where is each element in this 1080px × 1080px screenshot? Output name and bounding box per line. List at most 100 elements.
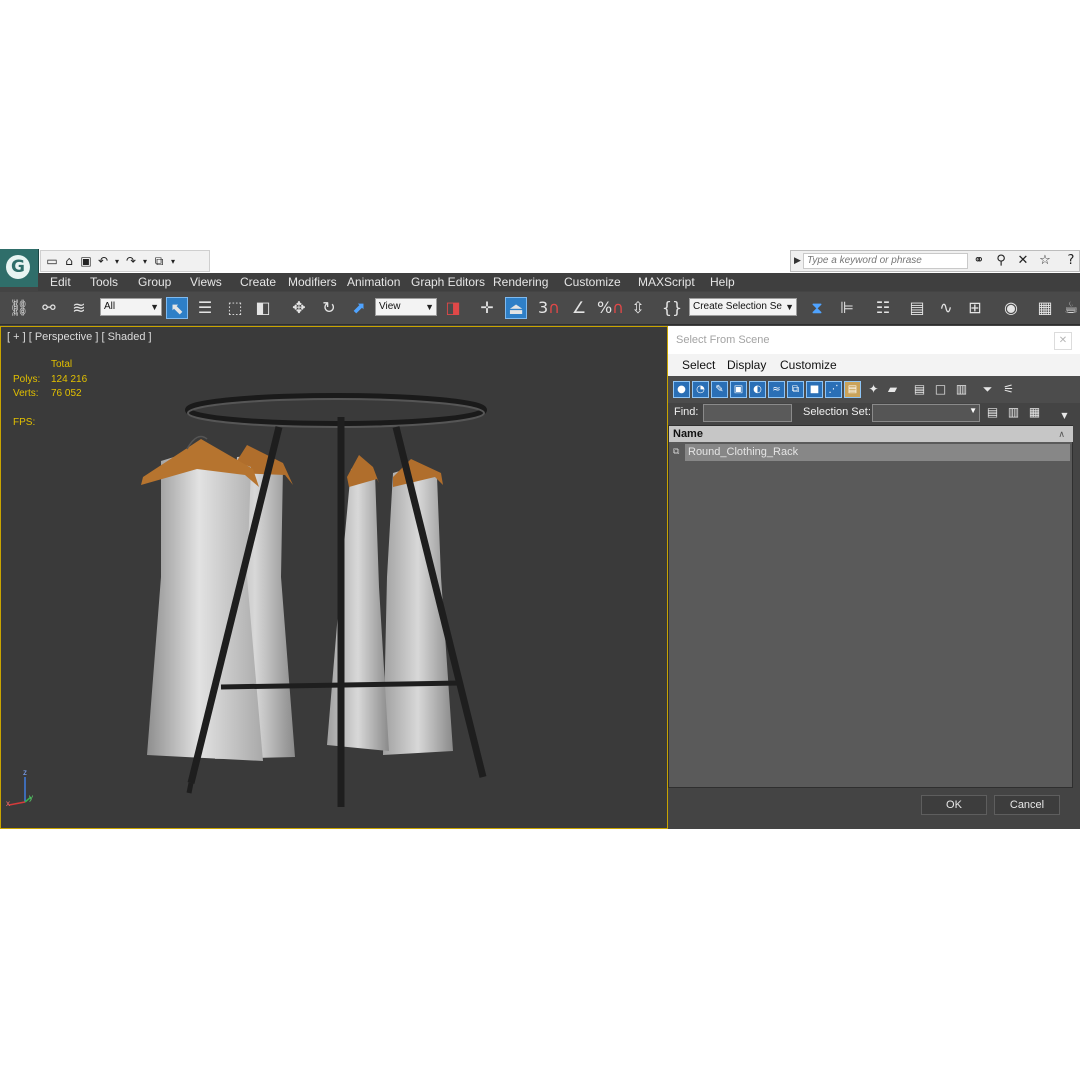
redo-dropdown-icon[interactable]: ▾ — [141, 255, 149, 268]
add-to-selection-set-icon[interactable]: ▥ — [1005, 404, 1022, 421]
select-all-icon[interactable]: ▤ — [911, 381, 928, 398]
pivot-center-icon[interactable]: ◨ — [442, 297, 464, 319]
app-logo-button[interactable]: G — [0, 249, 39, 287]
mirror-icon[interactable]: ⧗ — [806, 297, 828, 319]
edit-named-selection-icon[interactable]: {} — [661, 297, 683, 319]
menu-graph-editors[interactable]: Graph Editors — [411, 275, 485, 289]
snaps-toggle-icon[interactable]: 3∩ — [538, 297, 560, 319]
communication-center-icon[interactable]: ✕ — [1015, 253, 1031, 269]
select-by-name-icon[interactable]: ☰ — [194, 297, 216, 319]
filter-icon[interactable]: ⏷ — [979, 381, 996, 398]
menu-help[interactable]: Help — [710, 275, 735, 289]
close-icon[interactable]: ✕ — [1054, 332, 1072, 350]
menu-rendering[interactable]: Rendering — [493, 275, 548, 289]
named-selection-dropdown[interactable]: Create Selection Se ▼ — [689, 298, 797, 316]
selection-filter-dropdown[interactable]: All ▼ — [100, 298, 162, 316]
favorites-star-icon[interactable]: ☆ — [1037, 253, 1053, 269]
link-icon[interactable]: ⛓ — [8, 297, 30, 319]
spinner-snap-icon[interactable]: ⇳ — [627, 297, 649, 319]
reference-coordinate-dropdown[interactable]: View ▼ — [375, 298, 437, 316]
align-icon[interactable]: ⊫ — [836, 297, 858, 319]
dialog-menu-select[interactable]: Select — [682, 358, 715, 372]
ok-button[interactable]: OK — [921, 795, 987, 815]
select-object-icon[interactable]: ⬉ — [166, 297, 188, 319]
material-editor-icon[interactable]: ◉ — [1000, 297, 1022, 319]
select-and-move-icon[interactable]: ✥ — [288, 297, 310, 319]
perspective-viewport[interactable]: [ + ] [ Perspective ] [ Shaded ] Total P… — [0, 326, 668, 829]
select-from-scene-dialog: Select From Scene ✕ Select Display Custo… — [668, 326, 1080, 829]
axis-gizmo — [8, 777, 32, 806]
render-setup-icon[interactable]: ▦ — [1034, 297, 1056, 319]
display-space-warps-icon[interactable]: ≈ — [768, 381, 785, 398]
binoculars-icon[interactable]: ⚭ — [971, 253, 987, 269]
menu-views[interactable]: Views — [190, 275, 222, 289]
display-groups-icon[interactable]: ⧉ — [787, 381, 804, 398]
select-and-scale-icon[interactable]: ⬈ — [348, 297, 370, 319]
search-expand-icon[interactable]: ▶ — [794, 254, 801, 268]
cancel-button[interactable]: Cancel — [994, 795, 1060, 815]
display-bones-icon[interactable]: ⋰ — [825, 381, 842, 398]
help-icon[interactable]: ? — [1063, 253, 1079, 269]
redo-icon[interactable]: ↷ — [124, 254, 138, 268]
bind-space-warp-icon[interactable]: ≋ — [68, 297, 90, 319]
schematic-view-icon[interactable]: ⊞ — [964, 297, 986, 319]
percent-snap-icon[interactable]: %∩ — [597, 297, 624, 319]
menu-tools[interactable]: Tools — [90, 275, 118, 289]
menu-group[interactable]: Group — [138, 275, 171, 289]
display-hidden-icon[interactable]: ▰ — [884, 381, 901, 398]
filter-settings-icon[interactable]: ⚟ — [1000, 381, 1017, 398]
display-geometry-icon[interactable]: ● — [673, 381, 690, 398]
menu-maxscript[interactable]: MAXScript — [638, 275, 695, 289]
display-lights-icon[interactable]: ✎ — [711, 381, 728, 398]
sort-ascending-icon: ∧ — [1058, 429, 1065, 439]
render-production-icon[interactable]: ☕ — [1060, 297, 1080, 319]
menu-animation[interactable]: Animation — [347, 275, 400, 289]
search-input[interactable]: Type a keyword or phrase — [803, 253, 968, 269]
open-folder-icon[interactable]: ⌂ — [62, 254, 76, 268]
find-input[interactable] — [703, 404, 792, 422]
display-shapes-icon[interactable]: ◔ — [692, 381, 709, 398]
layer-manager-icon[interactable]: ☷ — [872, 297, 894, 319]
dialog-menu-customize[interactable]: Customize — [780, 358, 837, 372]
dialog-menu-display[interactable]: Display — [727, 358, 766, 372]
window-crossing-icon[interactable]: ◧ — [252, 297, 274, 319]
display-cameras-icon[interactable]: ▣ — [730, 381, 747, 398]
display-containers-icon[interactable]: ▤ — [844, 381, 861, 398]
display-xrefs-icon[interactable]: ■ — [806, 381, 823, 398]
list-item[interactable]: ⧉ Round_Clothing_Rack — [669, 444, 1073, 461]
project-folder-icon[interactable]: ⧉ — [152, 254, 166, 268]
curve-editor-icon[interactable]: ∿ — [935, 297, 957, 319]
collapse-options-icon[interactable]: ▼ — [1056, 407, 1073, 424]
undo-icon[interactable]: ↶ — [96, 254, 110, 268]
percent-snap-label: % — [597, 298, 613, 317]
display-frozen-icon[interactable]: ✦ — [865, 381, 882, 398]
menu-modifiers[interactable]: Modifiers — [288, 275, 337, 289]
dress-left-front — [141, 435, 263, 761]
undo-dropdown-icon[interactable]: ▾ — [113, 255, 121, 268]
key-tools-icon[interactable]: ⚲ — [993, 253, 1009, 269]
magnet-icon: ∩ — [612, 298, 624, 317]
column-header-name[interactable]: Name ∧ — [669, 426, 1073, 442]
find-label: Find: — [674, 406, 699, 418]
selection-filter-value: All — [104, 301, 116, 312]
menu-edit[interactable]: Edit — [50, 275, 71, 289]
rectangular-selection-icon[interactable]: ⬚ — [224, 297, 246, 319]
save-icon[interactable]: ▣ — [79, 254, 93, 268]
select-and-rotate-icon[interactable]: ↻ — [318, 297, 340, 319]
menu-create[interactable]: Create — [240, 275, 276, 289]
quick-access-bar: G ▭ ⌂ ▣ ↶ ▾ ↷ ▾ ⧉ ▾ ▶ Type a keyword or … — [0, 249, 1080, 287]
menu-customize[interactable]: Customize — [564, 275, 621, 289]
select-manipulate-icon[interactable]: ✛ — [476, 297, 498, 319]
select-none-icon[interactable]: □ — [932, 381, 949, 398]
keyboard-shortcut-override-icon[interactable]: ⏏ — [505, 297, 527, 319]
display-helpers-icon[interactable]: ◐ — [749, 381, 766, 398]
ribbon-toggle-icon[interactable]: ▤ — [906, 297, 928, 319]
angle-snap-icon[interactable]: ∠ — [568, 297, 590, 319]
selection-set-dropdown[interactable]: ▼ — [872, 404, 980, 422]
remove-from-selection-set-icon[interactable]: ▦ — [1026, 404, 1043, 421]
unlink-icon[interactable]: ⚯ — [38, 297, 60, 319]
qa-customize-icon[interactable]: ▾ — [169, 255, 177, 268]
select-invert-icon[interactable]: ▥ — [953, 381, 970, 398]
create-selection-set-icon[interactable]: ▤ — [984, 404, 1001, 421]
new-file-icon[interactable]: ▭ — [45, 254, 59, 268]
